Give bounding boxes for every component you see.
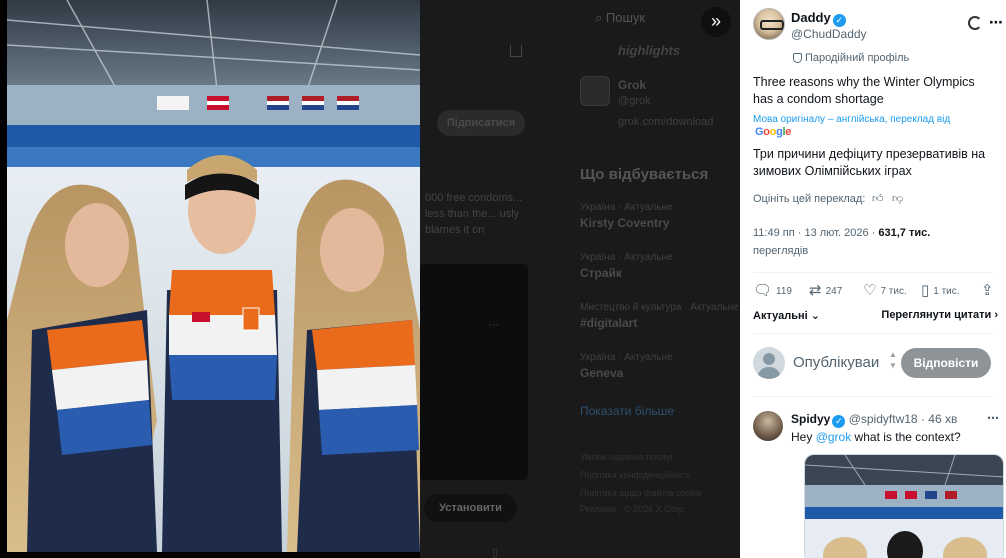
bookmark-action[interactable]: ▯ 1 тис. [921,283,960,299]
post-detail-panel: Daddy ✓ @ChudDaddy Пародійний профіль ⋯ T… [740,0,1006,558]
reply-action[interactable]: 🗨︎ 119 [753,283,792,299]
footer-link[interactable]: Умови надання послуг [580,452,674,462]
repost-action[interactable]: ⇄ 247 [809,283,842,299]
view-quotes-link[interactable]: Переглянути цитати › [881,309,998,321]
google-logo: Google [755,126,792,138]
comment-text: Hey @grok what is the context? [791,430,961,444]
chevron-right-icon: › [994,309,998,321]
comment-header: Spidyy ✓ @spidyftw18 · 46 хв [791,412,957,428]
share-icon[interactable] [510,45,522,57]
thumbs-up-icon[interactable]: 👍︎ [872,192,884,205]
chevron-down-icon: ⌄ [810,310,820,322]
post-actions: 🗨︎ 119 ⇄ 247 ♡ 7 тис. ▯ 1 тис. ⇪ [753,283,998,303]
comment-photo-thumbnail [805,455,1003,558]
trend-item[interactable]: Мистецтво й культура · Актуальне #digital… [580,302,739,330]
bookmark-icon[interactable]: ▯ [492,546,498,558]
divider [753,396,993,397]
trend-item[interactable]: Україна · Актуальне Kirsty Coventry [580,202,673,230]
repost-icon: ⇄ [809,282,822,299]
author-avatar[interactable] [753,8,785,40]
rate-translation-label: Оцініть цей переклад: [753,193,866,205]
parody-mask-icon [793,53,802,63]
chevrons-right-icon: » [710,11,721,31]
show-more-link[interactable]: Показати більше [580,404,674,418]
post-text: Three reasons why the Winter Olympics ha… [753,75,975,106]
grok-handle: @grok [618,95,651,107]
grok-name[interactable]: Grok [618,78,646,92]
mention-link[interactable]: @grok [816,430,852,444]
heart-icon: ♡ [863,282,877,299]
trend-item[interactable]: Україна · Актуальне Страйк [580,252,673,280]
whats-happening-heading: Що відбувається [580,166,709,183]
post-author: Daddy ✓ @ChudDaddy Пародійний профіль ⋯ [753,8,1003,64]
thumbs-down-icon[interactable]: 👎︎ [892,192,903,205]
speed-skaters-photo [7,0,420,552]
commenter-handle[interactable]: @spidyftw18 [849,412,918,426]
background-post-media [420,264,528,480]
search-icon: ⌕ [595,10,606,25]
reply-input[interactable] [793,351,889,373]
comment-time[interactable]: · 46 хв [921,412,957,426]
install-button[interactable]: Установити [424,494,517,522]
author-handle[interactable]: @ChudDaddy [791,27,867,41]
subscribe-button[interactable]: Підписатися [437,110,525,136]
views-label: переглядів [753,245,809,257]
more-options-icon[interactable]: ⋯ [987,411,999,425]
post-timestamp[interactable]: 11:49 пп · 13 лют. 2026 · [753,227,875,239]
current-user-avatar [753,347,785,379]
reply-icon: 🗨︎ [753,282,773,299]
share-action[interactable]: ⇪ [981,283,994,299]
post-meta: 11:49 пп · 13 лют. 2026 · 631,7 тис. пер… [753,224,998,260]
commenter-avatar[interactable] [753,411,783,441]
search-input[interactable]: ⌕ Пошук [595,10,645,26]
reply-composer: ▲▼ Відповісти [753,345,998,381]
grok-link[interactable]: grok.com/download [618,116,713,128]
grok-icon[interactable] [968,16,982,30]
background-post-text: 000 free condoms... less than the... usl… [425,192,523,236]
bookmark-icon: ▯ [921,282,930,299]
highlights-label: highlights [618,43,681,58]
footer-link[interactable]: Політика конфіденційності [580,470,691,480]
like-action[interactable]: ♡ 7 тис. [863,283,907,299]
divider [753,272,993,273]
more-options-icon[interactable]: ⋯ [989,14,1004,31]
trend-item[interactable]: Україна · Актуальне Geneva [580,352,673,380]
footer-link[interactable]: Реклама · © 2026 X Corp. [580,504,686,514]
reply-button[interactable]: Відповісти [901,348,991,378]
post-photo[interactable] [7,0,420,552]
grok-avatar[interactable] [580,76,610,106]
translated-text: Три причини дефіциту презервативів на зи… [753,147,986,178]
comment-photo[interactable] [804,454,1004,558]
commenter-name[interactable]: Spidyy [791,412,830,426]
screen: ⌕ Пошук highlights Grok @grok grok.com/d… [0,0,1006,558]
divider [753,333,993,334]
expand-panel-button[interactable]: » [701,7,731,37]
more-icon[interactable]: ⋯ [488,318,499,331]
parody-label: Пародійний профіль [805,52,910,64]
sort-dropdown[interactable]: Актуальні ⌄ [753,310,820,322]
input-scroll-arrows-icon[interactable]: ▲ ▼ [889,349,897,371]
author-name[interactable]: Daddy ✓ [791,10,846,27]
reply-sort-row: Актуальні ⌄ Переглянути цитати › [753,309,998,322]
translation-note[interactable]: Мова оригіналу – англійська, переклад ві… [753,114,998,126]
footer-link[interactable]: Політика щодо файлів cookie [580,488,702,498]
verified-badge-icon: ✓ [832,415,846,428]
verified-badge-icon: ✓ [832,14,846,27]
views-count: 631,7 тис. [878,227,931,239]
share-icon: ⇪ [981,282,994,299]
